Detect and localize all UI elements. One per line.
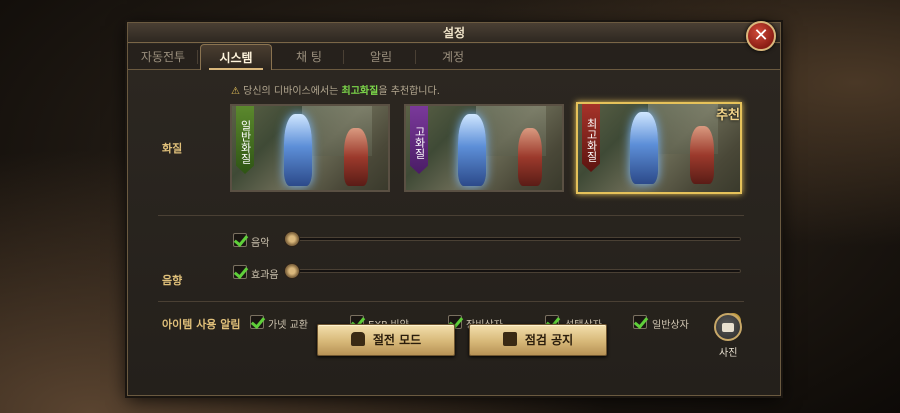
quality-ribbon: 일반화질 bbox=[236, 106, 254, 174]
effects-slider-handle[interactable] bbox=[284, 263, 300, 279]
scene-hero bbox=[284, 114, 312, 186]
divider bbox=[158, 215, 744, 216]
alert-garnet-checkbox[interactable] bbox=[250, 315, 264, 329]
alert-normal-box-label: 일반상자 bbox=[652, 320, 689, 331]
notice-prefix: 당신의 디바이스에서는 bbox=[243, 86, 342, 97]
scene-foe bbox=[344, 128, 368, 186]
close-button[interactable]: ✕ bbox=[746, 21, 776, 51]
power-save-button[interactable]: 절전 모드 bbox=[317, 324, 455, 356]
scene-foe bbox=[518, 128, 542, 186]
recommend-notice: ⚠ 당신의 디바이스에서는 최고화질을 추천합니다. bbox=[231, 82, 440, 97]
tab-alerts[interactable]: 알림 bbox=[346, 44, 416, 70]
power-save-label: 절전 모드 bbox=[372, 333, 422, 347]
notice-board-icon bbox=[502, 332, 517, 346]
quality-option-ultra[interactable]: 최고화질 추천 bbox=[576, 102, 742, 194]
tab-bar: 자동전투 시스템 채 팅 알림 계정 bbox=[128, 44, 780, 70]
tab-chat[interactable]: 채 팅 bbox=[274, 44, 344, 70]
item-alert-label: 아이템 사용 알림 bbox=[162, 318, 241, 331]
quality-ribbon: 최고화질 bbox=[582, 104, 600, 172]
scene-hero bbox=[458, 114, 486, 186]
quality-option-normal[interactable]: 일반화질 bbox=[230, 104, 390, 192]
system-settings-panel: ⚠ 당신의 디바이스에서는 최고화질을 추천합니다. 화질 일반화질 고화질 최… bbox=[128, 71, 780, 397]
music-checkbox[interactable] bbox=[233, 233, 247, 247]
music-slider-handle[interactable] bbox=[284, 231, 300, 247]
effects-label: 효과음 bbox=[251, 270, 279, 281]
alert-garnet-label: 가넷 교환 bbox=[268, 320, 308, 331]
graphics-label: 화질 bbox=[162, 142, 183, 155]
divider bbox=[158, 301, 744, 302]
effects-slider-track[interactable] bbox=[288, 269, 741, 273]
tab-auto-battle[interactable]: 자동전투 bbox=[128, 44, 198, 70]
scene-hero bbox=[630, 112, 658, 184]
tab-account[interactable]: 계정 bbox=[418, 44, 488, 70]
camera-label: 사진 bbox=[719, 348, 738, 359]
settings-dialog: 설정 자동전투 시스템 채 팅 알림 계정 ⚠ 당신의 디바이스에서는 최고화질… bbox=[127, 22, 781, 396]
warning-icon: ⚠ bbox=[231, 86, 240, 97]
lock-icon bbox=[350, 332, 365, 346]
quality-option-high[interactable]: 고화질 bbox=[404, 104, 564, 192]
camera-icon[interactable] bbox=[714, 313, 742, 341]
notice-suffix: 을 추천합니다. bbox=[378, 86, 440, 97]
music-slider-track[interactable] bbox=[288, 237, 741, 241]
recommend-badge: 추천 bbox=[716, 108, 740, 123]
notice-highlight: 최고화질 bbox=[341, 86, 379, 97]
maintenance-notice-label: 점검 공지 bbox=[524, 333, 574, 347]
music-label: 음악 bbox=[251, 238, 270, 249]
dialog-title: 설정 bbox=[128, 23, 780, 43]
effects-checkbox[interactable] bbox=[233, 265, 247, 279]
alert-normal-box-checkbox[interactable] bbox=[633, 315, 647, 329]
sound-label: 음향 bbox=[162, 274, 183, 287]
tab-system[interactable]: 시스템 bbox=[200, 44, 272, 70]
maintenance-notice-button[interactable]: 점검 공지 bbox=[469, 324, 607, 356]
scene-foe bbox=[690, 126, 714, 184]
quality-ribbon: 고화질 bbox=[410, 106, 428, 174]
